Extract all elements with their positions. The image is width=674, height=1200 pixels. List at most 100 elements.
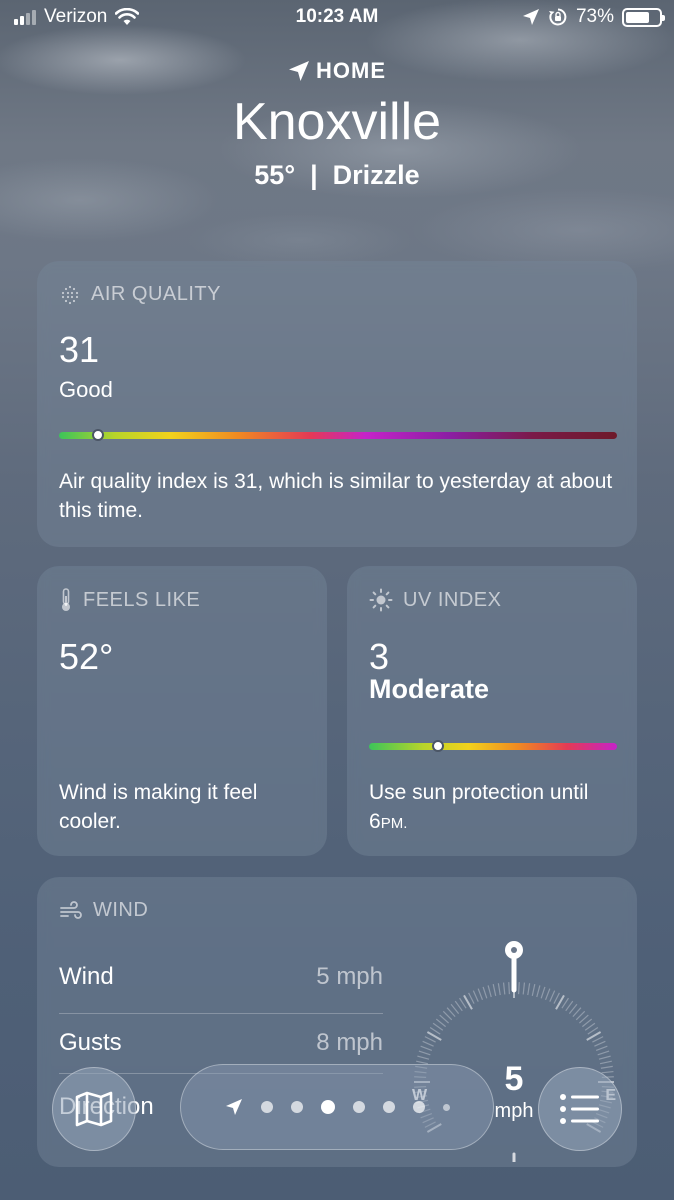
compass-tick bbox=[454, 1000, 463, 1012]
compass-tick bbox=[592, 1036, 604, 1043]
compass-needle-center bbox=[511, 947, 517, 953]
compass-tick bbox=[450, 1003, 460, 1014]
map-icon bbox=[75, 1091, 113, 1127]
compass-tick bbox=[595, 1045, 608, 1052]
map-button[interactable] bbox=[52, 1067, 136, 1151]
compass-tick bbox=[459, 997, 467, 1009]
compass-tick bbox=[527, 983, 531, 996]
air-quality-card[interactable]: AIR QUALITY 31 Good Air quality index is… bbox=[37, 261, 637, 547]
feels-like-description: Wind is making it feel cooler. bbox=[59, 781, 258, 833]
location-services-icon bbox=[522, 9, 539, 25]
page-dot[interactable] bbox=[290, 1101, 303, 1113]
thermometer-icon bbox=[62, 588, 70, 611]
wind-title: WIND bbox=[59, 899, 148, 922]
compass-tick bbox=[575, 1010, 586, 1021]
battery-fill bbox=[626, 11, 650, 23]
compass-tick bbox=[432, 1022, 444, 1031]
current-location-icon bbox=[225, 1099, 242, 1115]
wind-gusts-label: Gusts bbox=[59, 1029, 122, 1056]
compass-tick bbox=[439, 1014, 450, 1024]
compass-tick bbox=[598, 1055, 611, 1060]
compass-tick bbox=[422, 1040, 434, 1047]
sun-icon bbox=[369, 588, 393, 612]
compass-direction-arrow bbox=[505, 1152, 523, 1187]
page-dot[interactable] bbox=[442, 1103, 450, 1111]
uv-index-description: Use sun protection until 6PM. bbox=[369, 778, 619, 838]
compass-tick bbox=[482, 986, 488, 999]
compass-tick bbox=[518, 982, 520, 995]
uv-index-scale bbox=[369, 740, 617, 752]
compass-tick bbox=[522, 982, 526, 995]
feels-like-value: 52° bbox=[59, 636, 114, 677]
wind-icon bbox=[60, 900, 82, 919]
compass-tick bbox=[531, 984, 536, 997]
battery-percent: 73% bbox=[575, 6, 614, 27]
compass-tick bbox=[429, 1027, 441, 1035]
uv-description-suffix: PM. bbox=[380, 815, 408, 832]
compass-tick bbox=[435, 1018, 446, 1028]
uv-index-indicator bbox=[432, 740, 445, 752]
compass-tick bbox=[468, 992, 475, 1004]
compass-tick bbox=[417, 1055, 430, 1060]
compass-tick bbox=[420, 1045, 433, 1052]
wind-gusts-value: 8 mph bbox=[316, 1029, 383, 1056]
compass-tick bbox=[544, 988, 551, 1001]
wind-speed-value: 5 mph bbox=[316, 963, 383, 990]
page-dot[interactable] bbox=[352, 1101, 365, 1113]
uv-index-title: UV INDEX bbox=[369, 588, 501, 612]
location-label-text: HOME bbox=[316, 58, 386, 83]
compass-tick bbox=[497, 983, 501, 996]
compass-tick bbox=[584, 1022, 596, 1031]
list-icon bbox=[560, 1094, 599, 1124]
air-quality-title-text: AIR QUALITY bbox=[91, 283, 221, 305]
compass-tick bbox=[561, 997, 569, 1009]
uv-index-card[interactable]: UV INDEX 3 Moderate Use sun protection u… bbox=[347, 566, 637, 856]
air-quality-category: Good bbox=[59, 377, 113, 402]
compass-tick bbox=[582, 1018, 593, 1028]
feels-like-card[interactable]: FEELS LIKE 52° Wind is making it feel co… bbox=[37, 566, 327, 856]
orientation-lock-icon bbox=[548, 8, 567, 26]
wind-title-text: WIND bbox=[93, 899, 149, 921]
air-quality-scale bbox=[59, 429, 617, 441]
air-quality-value: 31 bbox=[59, 329, 100, 370]
compass-tick bbox=[502, 982, 506, 995]
air-quality-title: AIR QUALITY bbox=[59, 283, 221, 306]
compass-tick bbox=[508, 982, 510, 995]
page-dot[interactable] bbox=[382, 1101, 395, 1113]
compass-tick bbox=[418, 1050, 431, 1056]
location-label: HOME bbox=[0, 58, 674, 84]
compass-tick bbox=[477, 988, 484, 1001]
battery-icon bbox=[622, 7, 665, 27]
compass-tick bbox=[568, 1003, 578, 1014]
city-name: Knoxville bbox=[232, 93, 442, 151]
page-dot[interactable] bbox=[320, 1100, 335, 1114]
uv-index-value: 3 bbox=[369, 636, 390, 677]
page-indicator[interactable] bbox=[180, 1064, 494, 1150]
compass-tick bbox=[572, 1007, 582, 1018]
wind-speed-label: Wind bbox=[59, 963, 114, 990]
current-conditions: 55° | Drizzle bbox=[254, 160, 420, 190]
status-right: 73% bbox=[522, 6, 665, 28]
compass-tick bbox=[549, 990, 556, 1002]
compass-tick bbox=[446, 1007, 456, 1018]
compass-tick bbox=[487, 985, 492, 998]
feels-like-title: FEELS LIKE bbox=[59, 588, 200, 612]
wind-gusts-row: Gusts 8 mph bbox=[59, 1029, 383, 1057]
location-list-button[interactable] bbox=[538, 1067, 622, 1151]
wind-divider bbox=[59, 1013, 383, 1014]
compass-tick bbox=[472, 990, 479, 1002]
compass-tick bbox=[597, 1050, 610, 1056]
status-bar: Verizon 10:23 AM 73% bbox=[0, 0, 674, 38]
compass-tick bbox=[492, 984, 497, 997]
compass-tick bbox=[565, 1000, 574, 1012]
air-quality-icon bbox=[61, 285, 79, 304]
compass-tick bbox=[540, 986, 546, 999]
compass-tick bbox=[587, 1027, 599, 1035]
uv-index-category: Moderate bbox=[369, 674, 490, 704]
page-dot[interactable] bbox=[412, 1101, 425, 1113]
air-quality-description: Air quality index is 31, which is simila… bbox=[59, 470, 613, 522]
compass-tick bbox=[442, 1010, 453, 1021]
wind-speed-row: Wind 5 mph bbox=[59, 963, 383, 991]
air-quality-indicator bbox=[92, 429, 105, 441]
page-dot[interactable] bbox=[260, 1101, 273, 1113]
